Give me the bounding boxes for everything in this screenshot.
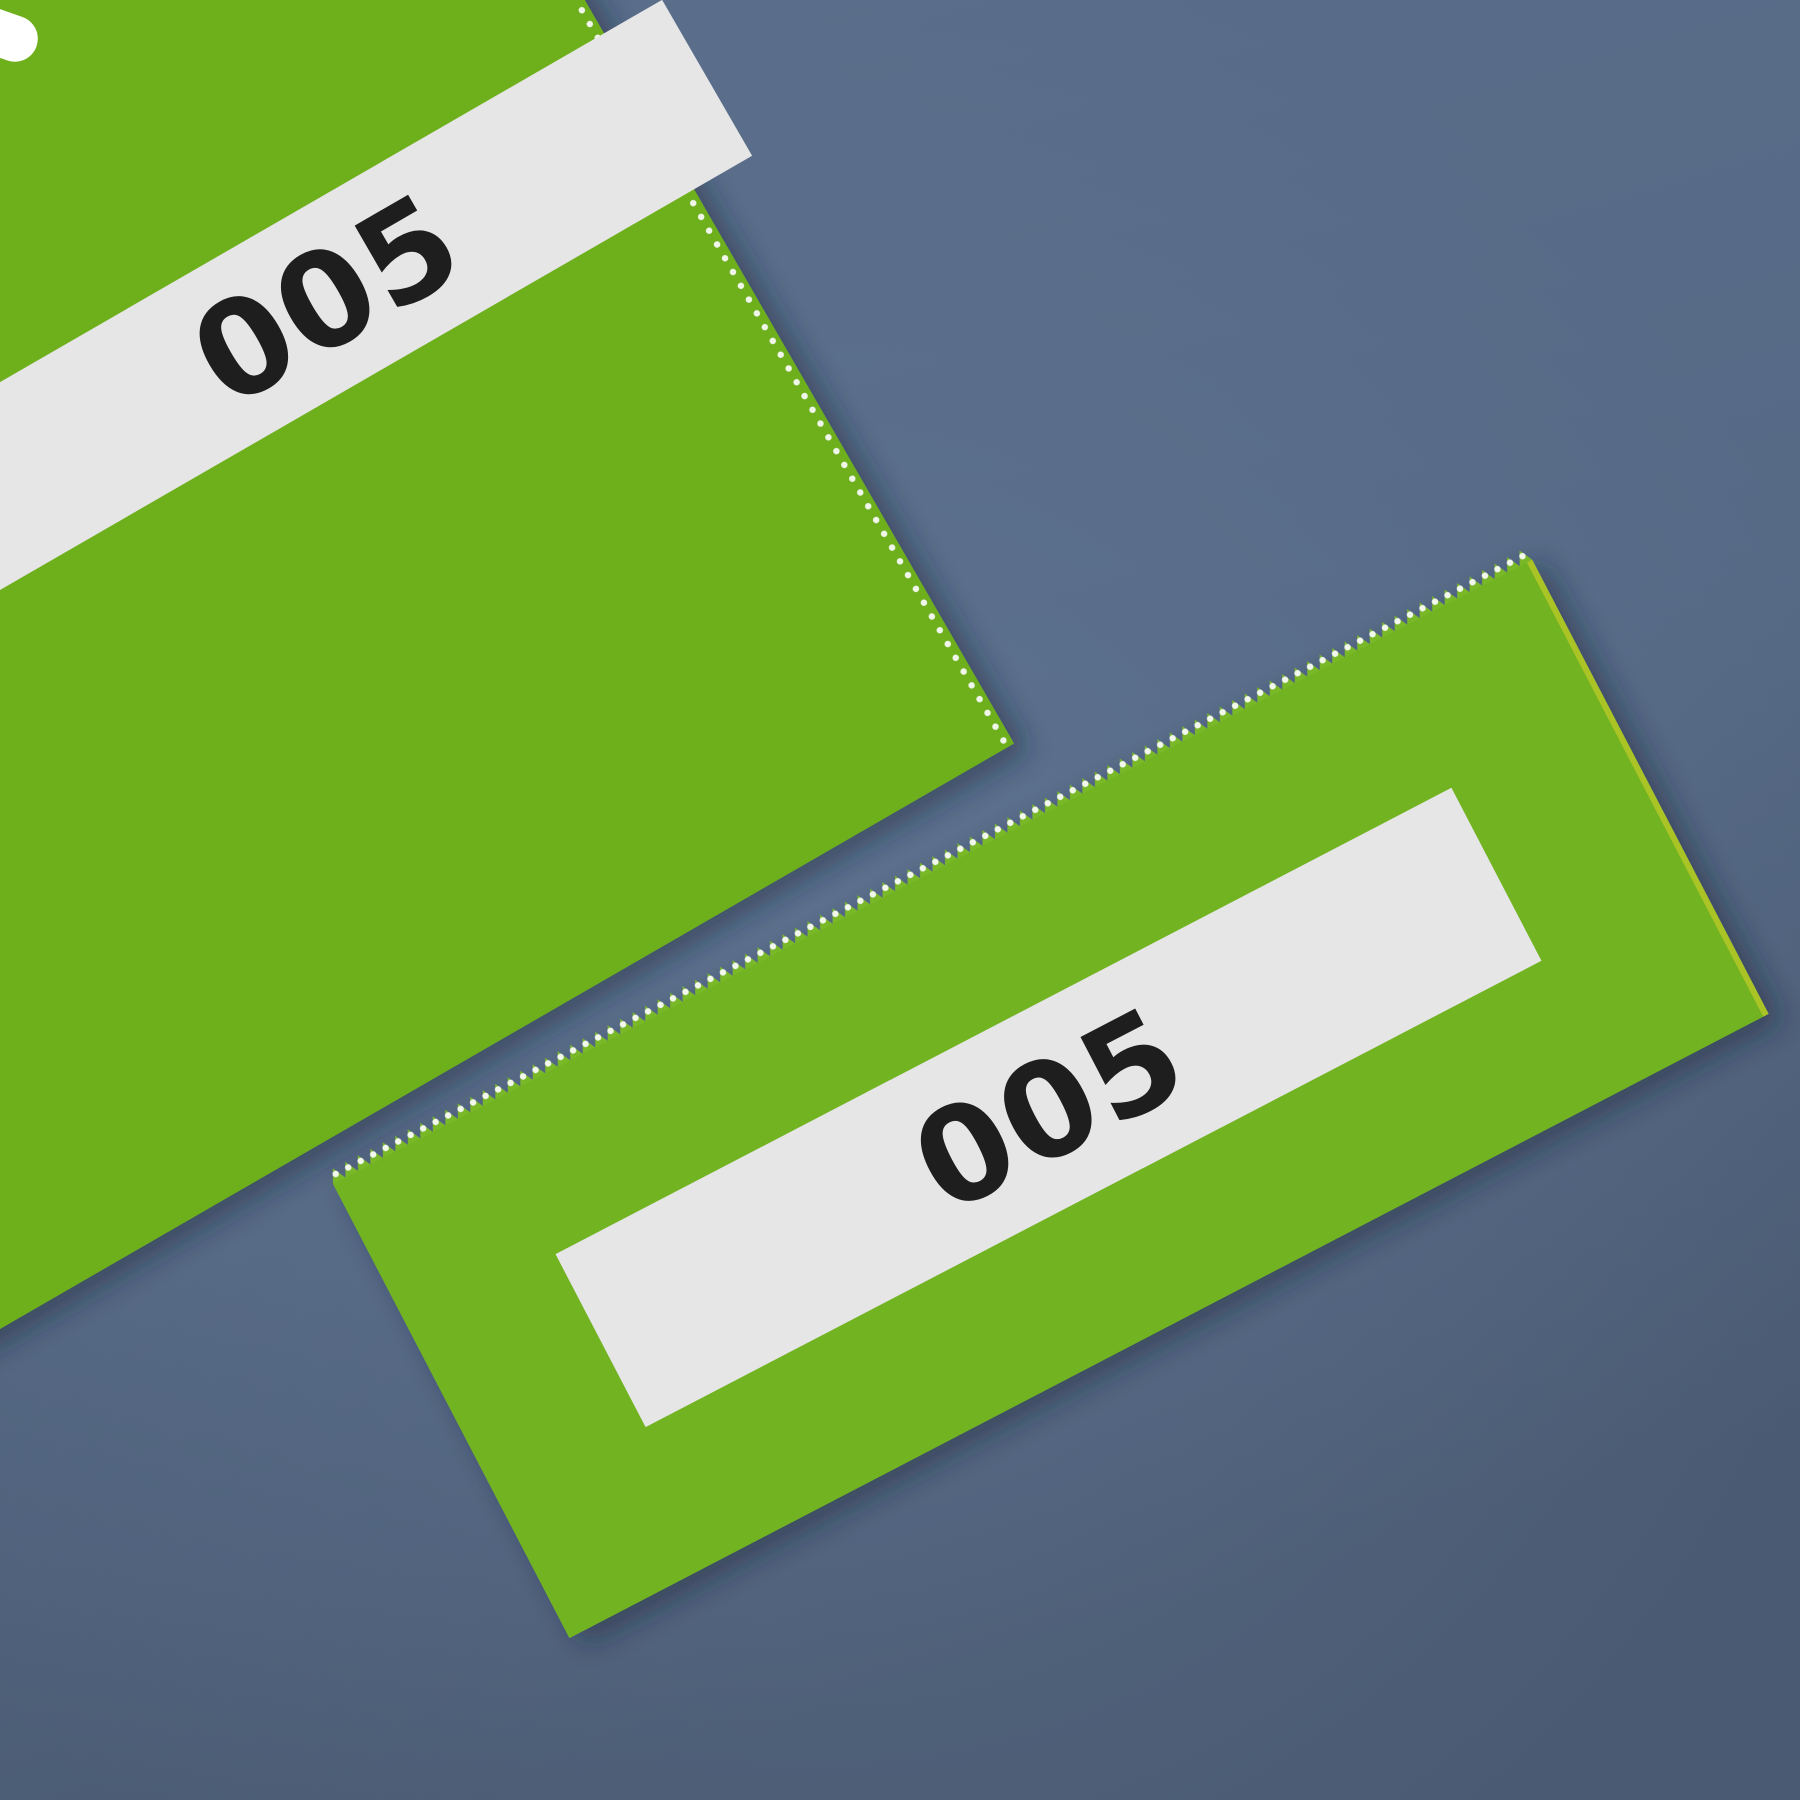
photo-scene: 005 005: [0, 0, 1800, 1800]
